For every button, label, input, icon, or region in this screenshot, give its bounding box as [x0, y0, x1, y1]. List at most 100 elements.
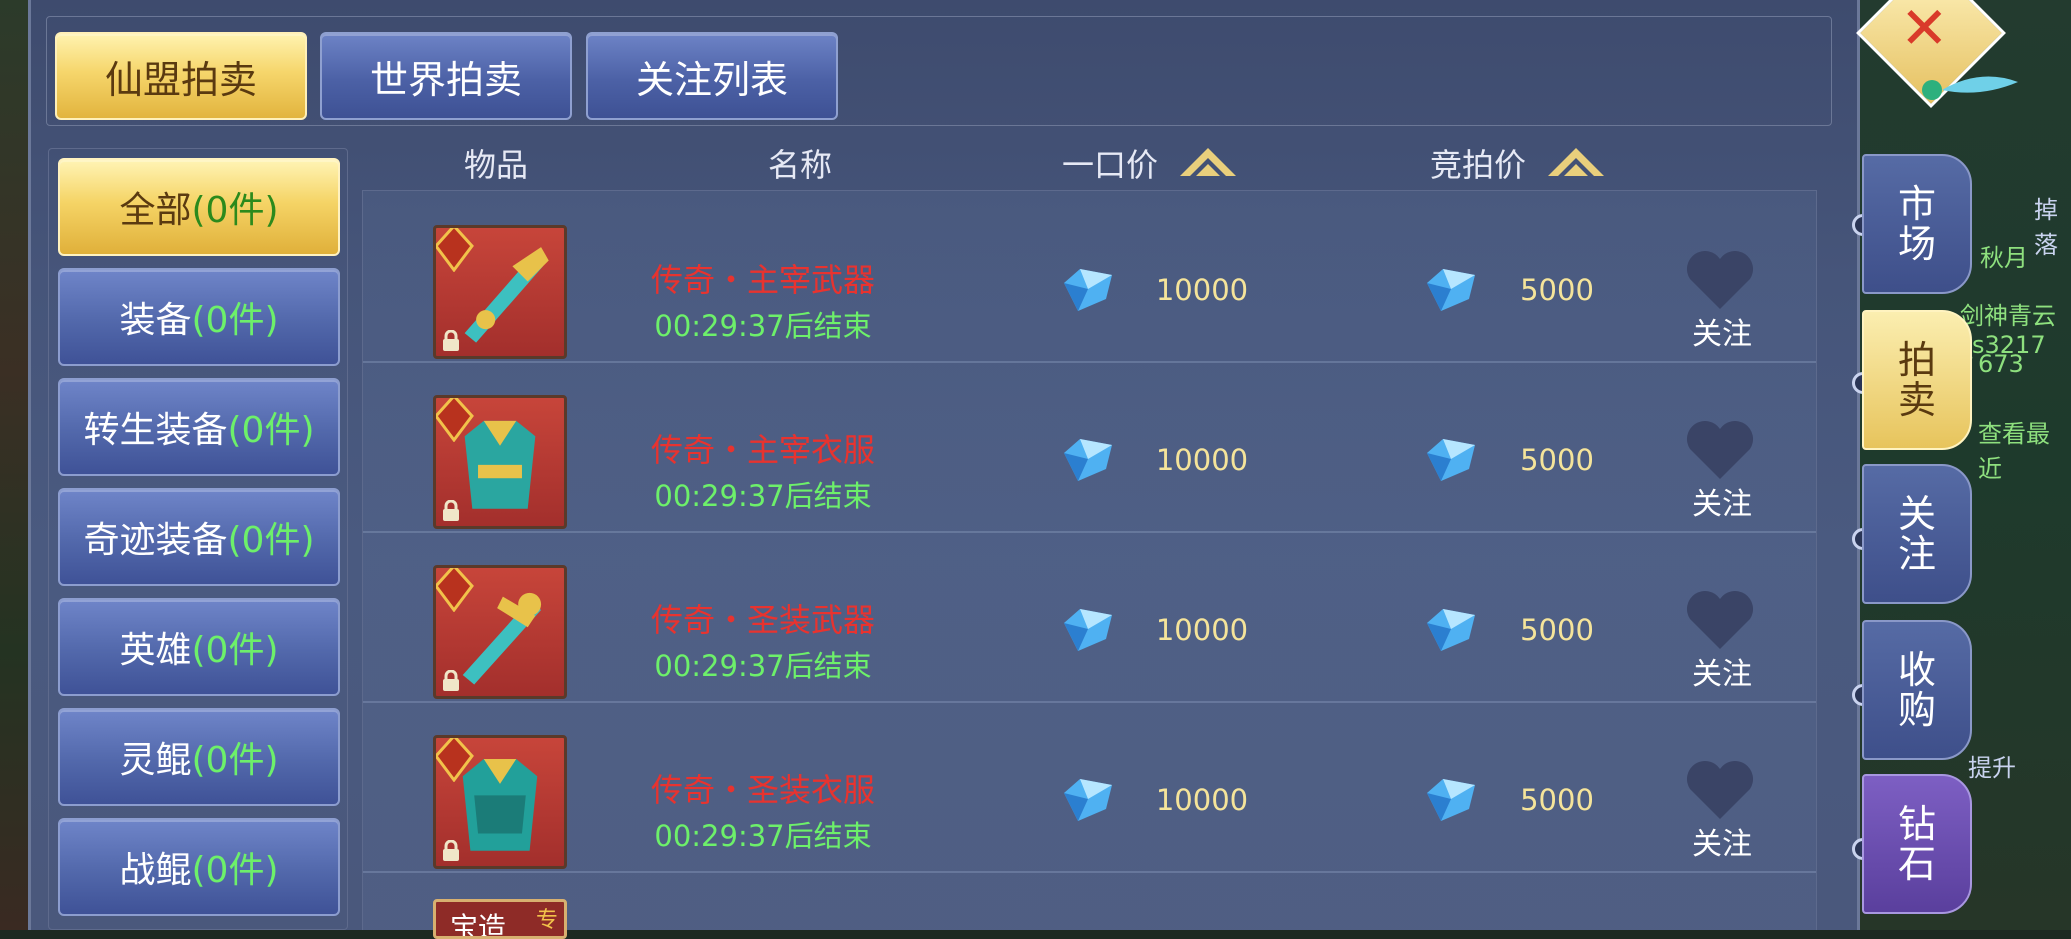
- column-header-name: 名称: [768, 146, 833, 184]
- armor-icon[interactable]: [433, 395, 567, 529]
- bg-text: 673: [1978, 350, 2024, 378]
- bid-price: 5000: [1520, 613, 1594, 647]
- diamond-icon: [1064, 609, 1112, 651]
- item-time-remaining: 00:29:37后结束: [654, 819, 872, 853]
- tab-world-auction[interactable]: 世界拍卖: [320, 32, 572, 120]
- weapon-icon[interactable]: [433, 225, 567, 359]
- side-tab-label: 关注: [1897, 492, 1936, 576]
- side-tab-auction[interactable]: 拍卖: [1862, 310, 1972, 450]
- armor-icon[interactable]: [433, 735, 567, 869]
- column-header-item: 物品: [464, 146, 529, 184]
- item-time-remaining: 00:29:37后结束: [654, 649, 872, 683]
- follow-button[interactable]: 关注: [1677, 309, 1767, 353]
- buyout-price: 10000: [1155, 783, 1249, 817]
- buyout-price: 10000: [1155, 443, 1249, 477]
- legend-badge-icon: [436, 228, 474, 272]
- side-tab-purchase[interactable]: 收购: [1862, 620, 1972, 760]
- lock-icon: [443, 840, 459, 861]
- category-label: 奇迹装备: [83, 520, 228, 561]
- item-time-remaining: 00:29:37后结束: [654, 479, 872, 513]
- item-name: 传奇・圣装武器: [650, 601, 875, 639]
- sort-up-icon[interactable]: [1546, 142, 1606, 180]
- ornament-icon: [1922, 76, 2018, 100]
- bg-text: 掉落: [2034, 196, 2058, 259]
- category-label: 转生装备: [83, 410, 228, 451]
- heart-icon[interactable]: [1684, 759, 1756, 821]
- bg-text: 提升: [1968, 754, 2016, 782]
- item-time-remaining: 00:29:37后结束: [654, 309, 872, 343]
- table-row[interactable]: 传奇・圣装衣服 00:29:37后结束 10000 5000 关注: [363, 701, 1816, 873]
- category-hero[interactable]: 英雄 (0件): [58, 598, 340, 696]
- diamond-icon: [1064, 269, 1112, 311]
- side-tab-label: 市场: [1897, 182, 1936, 266]
- category-count: (0件): [191, 300, 279, 341]
- sort-up-icon[interactable]: [1178, 142, 1238, 180]
- category-label: 全部: [119, 190, 192, 231]
- heart-icon[interactable]: [1684, 249, 1756, 311]
- weapon-icon[interactable]: [433, 565, 567, 699]
- table-row[interactable]: 传奇・主宰衣服 00:29:37后结束 10000 5000 关注: [363, 361, 1816, 533]
- category-count: (0件): [191, 630, 279, 671]
- item-name: 传奇・主宰武器: [650, 261, 875, 299]
- category-spirit-kun[interactable]: 灵鲲 (0件): [58, 708, 340, 806]
- tab-guild-auction[interactable]: 仙盟拍卖: [55, 32, 307, 120]
- legend-badge-icon: [436, 568, 474, 612]
- legend-badge-icon: [436, 738, 474, 782]
- table-row[interactable]: 传奇・主宰武器 00:29:37后结束 10000 5000 关注: [363, 191, 1816, 363]
- category-count: (0件): [227, 410, 315, 451]
- diamond-icon: [1427, 439, 1475, 481]
- diamond-icon: [1427, 779, 1475, 821]
- follow-button[interactable]: 关注: [1677, 649, 1767, 693]
- follow-button[interactable]: 关注: [1677, 479, 1767, 523]
- auction-list: 传奇・主宰武器 00:29:37后结束 10000 5000 关注 传奇・主宰衣…: [362, 190, 1817, 939]
- diamond-icon: [1427, 269, 1475, 311]
- category-count: (0件): [191, 740, 279, 781]
- item-name: 传奇・圣装衣服: [650, 771, 875, 809]
- follow-button[interactable]: 关注: [1677, 819, 1767, 863]
- legend-badge-icon: [436, 398, 474, 442]
- category-rebirth-equipment[interactable]: 转生装备 (0件): [58, 378, 340, 476]
- item-thumbnail-text: 宝造: [450, 911, 507, 939]
- heart-icon[interactable]: [1684, 589, 1756, 651]
- category-count: (0件): [227, 520, 315, 561]
- side-tab-label: 收购: [1897, 648, 1936, 732]
- close-icon[interactable]: ✕: [1900, 0, 1949, 62]
- category-label: 灵鲲: [119, 740, 192, 781]
- diamond-icon: [1064, 439, 1112, 481]
- side-tab-market[interactable]: 市场: [1862, 154, 1972, 294]
- side-tab-label: 拍卖: [1897, 338, 1936, 422]
- side-tab-follow[interactable]: 关注: [1862, 464, 1972, 604]
- tab-bar: [46, 16, 1832, 126]
- item-name: 传奇・主宰衣服: [650, 431, 875, 469]
- category-battle-kun[interactable]: 战鲲 (0件): [58, 818, 340, 916]
- buyout-price: 10000: [1155, 273, 1249, 307]
- category-miracle-equipment[interactable]: 奇迹装备 (0件): [58, 488, 340, 586]
- table-row[interactable]: 传奇・圣装武器 00:29:37后结束 10000 5000 关注: [363, 531, 1816, 703]
- item-badge-text: 专: [536, 908, 559, 933]
- bg-text: 查看最近: [1978, 420, 2050, 483]
- category-label: 装备: [119, 300, 192, 341]
- category-label: 战鲲: [119, 850, 192, 891]
- column-header-buyout[interactable]: 一口价: [1062, 140, 1158, 186]
- heart-icon[interactable]: [1684, 419, 1756, 481]
- category-all[interactable]: 全部 (0件): [58, 158, 340, 256]
- bid-price: 5000: [1520, 443, 1594, 477]
- lock-icon: [443, 500, 459, 521]
- diamond-icon: [1427, 609, 1475, 651]
- lock-icon: [443, 330, 459, 351]
- table-row[interactable]: 宝造 专: [363, 871, 1816, 939]
- category-count: (0件): [191, 190, 279, 231]
- category-label: 英雄: [119, 630, 192, 671]
- category-equipment[interactable]: 装备 (0件): [58, 268, 340, 366]
- tab-watch-list[interactable]: 关注列表: [586, 32, 838, 120]
- diamond-icon: [1064, 779, 1112, 821]
- side-tab-diamond[interactable]: 钻石: [1862, 774, 1972, 914]
- bid-price: 5000: [1520, 273, 1594, 307]
- bid-price: 5000: [1520, 783, 1594, 817]
- category-count: (0件): [191, 850, 279, 891]
- side-tab-label: 钻石: [1897, 802, 1936, 886]
- item-thumbnail[interactable]: 宝造 专: [433, 899, 567, 939]
- lock-icon: [443, 670, 459, 691]
- bg-text: 秋月: [1980, 244, 2028, 272]
- column-header-bid[interactable]: 竞拍价: [1430, 140, 1526, 186]
